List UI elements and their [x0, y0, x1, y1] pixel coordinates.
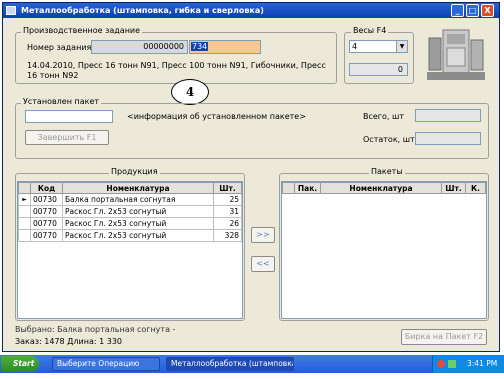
scales-label: Весы F4 — [351, 26, 389, 35]
cell-code: 00770 — [30, 229, 63, 242]
tag-package-button[interactable]: Бирка на Пакет F2 — [401, 329, 487, 345]
task-description: 14.04.2010, Пресс 16 тонн N91, Пресс 100… — [27, 61, 326, 80]
weight-field: 0 — [349, 63, 408, 76]
app-window: Металлообработка (штамповка, гибка и све… — [2, 2, 500, 352]
cell-qty: 328 — [213, 229, 242, 242]
cell-name: Раскос Гл. 2х53 согнутый — [62, 205, 214, 218]
finish-button[interactable]: Завершить F1 — [25, 130, 109, 145]
title-bar[interactable]: Металлообработка (штамповка, гибка и све… — [3, 3, 499, 18]
move-back-button[interactable]: << — [251, 256, 275, 272]
start-button[interactable]: Start — [1, 356, 39, 372]
row-indicator-header — [282, 182, 295, 194]
start-label: Start — [13, 359, 35, 368]
task-input-value: 734 — [191, 42, 209, 51]
tray-status-icon[interactable] — [437, 360, 445, 368]
callout-marker: 4 — [171, 79, 209, 105]
package-info: <информация об установленном пакете> — [127, 112, 306, 121]
cell-name: Балка портальная согнутая — [62, 193, 214, 206]
total-field — [415, 109, 481, 122]
row-indicator — [18, 205, 31, 218]
scales-device-icon — [425, 26, 489, 84]
table-row[interactable]: ► 00730 Балка портальная согнутая 25 — [18, 193, 242, 206]
cell-qty: 25 — [213, 193, 242, 206]
chevron-down-icon[interactable]: ▼ — [396, 41, 407, 52]
column-header[interactable]: К. — [465, 182, 486, 194]
column-header[interactable]: Код — [30, 182, 63, 194]
task-number-field: 00000000 — [91, 40, 188, 54]
cell-code: 00730 — [30, 193, 63, 206]
taskbar-item-label: Выберите Операцию — [57, 359, 140, 368]
taskbar: Start Выберите Операцию Металлообработка… — [0, 355, 504, 373]
products-table[interactable]: Код Номенклатура Шт. ► 00730 Балка порта… — [17, 181, 243, 319]
maximize-button[interactable]: □ — [466, 4, 479, 17]
selected-info: Выбрано: Балка портальная согнута - — [15, 325, 176, 334]
scales-select-value: 4 — [352, 42, 358, 51]
cell-name: Раскос Гл. 2х53 согнутый — [62, 217, 214, 230]
network-icon[interactable] — [448, 360, 456, 368]
remaining-field — [415, 132, 481, 145]
column-header[interactable]: Пак. — [294, 182, 321, 194]
column-header[interactable]: Шт. — [213, 182, 242, 194]
minimize-button[interactable]: _ — [451, 4, 464, 17]
cell-code: 00770 — [30, 217, 63, 230]
row-indicator — [18, 229, 31, 242]
package-field — [25, 110, 113, 123]
column-header[interactable]: Шт. — [441, 182, 466, 194]
table-row[interactable]: 00770 Раскос Гл. 2х53 согнутый 26 — [18, 217, 242, 230]
packages-table[interactable]: Пак. Номенклатура Шт. К. — [281, 181, 487, 319]
task-input[interactable]: 734 — [189, 40, 261, 54]
row-selected-icon: ► — [18, 193, 31, 206]
taskbar-item-metalworking[interactable]: Металлообработка (штамповка,... — [166, 357, 294, 371]
taskbar-item-label: Металлообработка (штамповка,... — [171, 359, 294, 368]
task-number-label: Номер задания — [27, 43, 92, 52]
close-button[interactable]: X — [481, 4, 494, 17]
cell-qty: 26 — [213, 217, 242, 230]
move-forward-button[interactable]: >> — [251, 227, 275, 243]
column-header[interactable]: Номенклатура — [62, 182, 214, 194]
cell-code: 00770 — [30, 205, 63, 218]
app-icon — [6, 6, 16, 15]
scales-select[interactable]: 4 ▼ — [349, 40, 408, 53]
column-header[interactable]: Номенклатура — [320, 182, 442, 194]
packages-label: Пакеты — [369, 167, 405, 176]
remaining-label: Остаток, шт — [363, 135, 415, 144]
products-label: Продукция — [109, 167, 160, 176]
order-info: Заказ: 1478 Длина: 1 330 — [15, 337, 122, 346]
table-row[interactable]: 00770 Раскос Гл. 2х53 согнутый 31 — [18, 205, 242, 218]
clock: 3:41 PM — [467, 359, 498, 368]
installed-package-label: Установлен пакет — [21, 97, 102, 106]
system-tray: 3:41 PM — [432, 355, 504, 373]
taskbar-item-select-operation[interactable]: Выберите Операцию — [52, 357, 160, 371]
cell-name: Раскос Гл. 2х53 согнутый — [62, 229, 214, 242]
row-indicator — [18, 217, 31, 230]
production-task-label: Производственное задание — [21, 26, 143, 35]
row-indicator-header — [18, 182, 31, 194]
total-label: Всего, шт — [363, 112, 404, 121]
window-title: Металлообработка (штамповка, гибка и све… — [21, 6, 264, 15]
table-row[interactable]: 00770 Раскос Гл. 2х53 согнутый 328 — [18, 229, 242, 242]
cell-qty: 31 — [213, 205, 242, 218]
